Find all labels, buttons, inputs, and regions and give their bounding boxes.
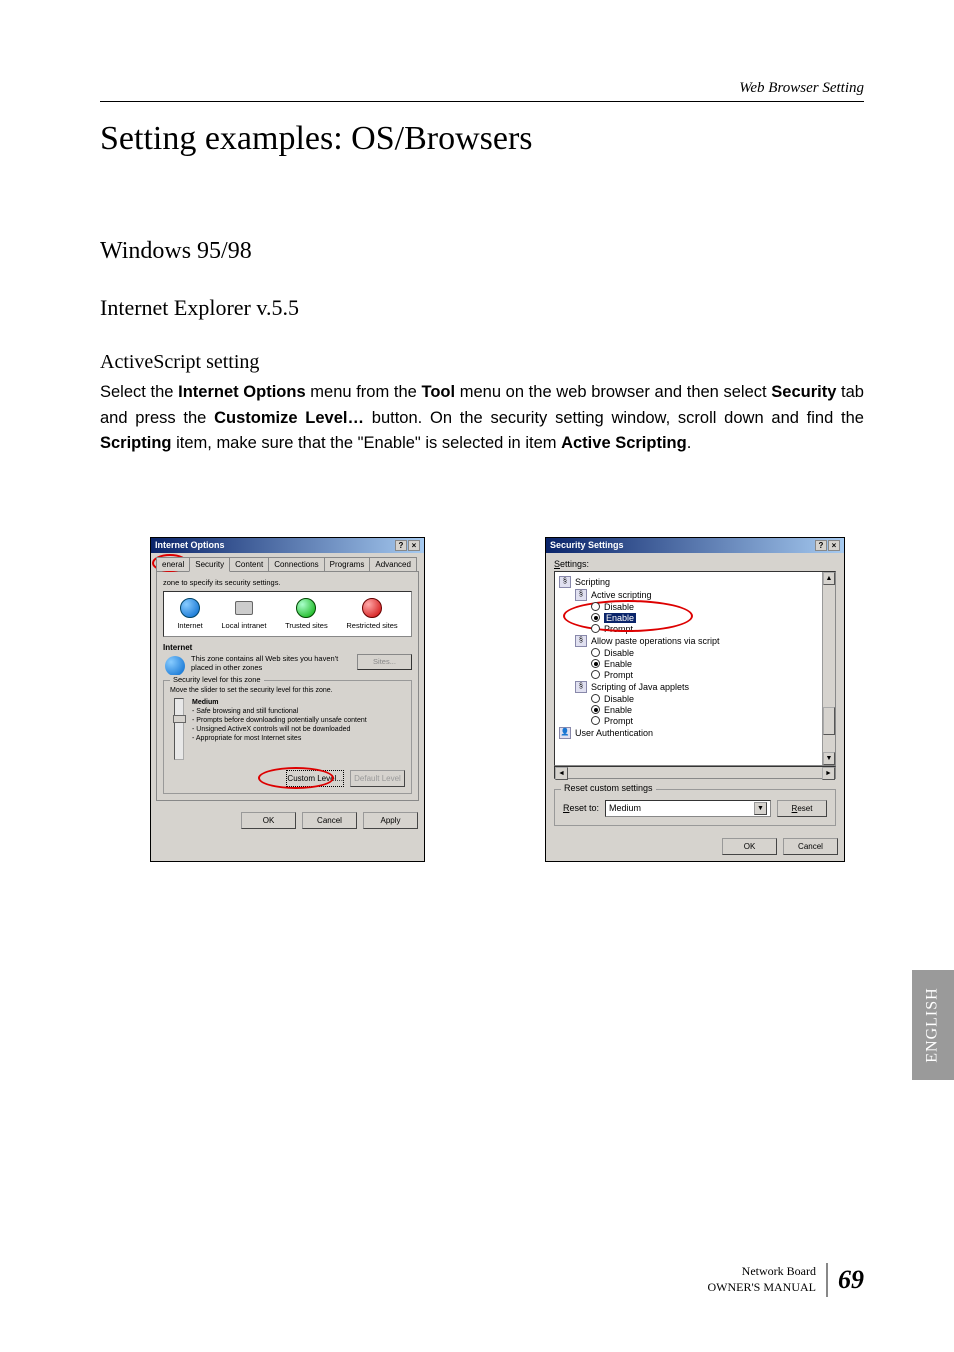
titlebar: Security Settings ? × [546, 538, 844, 553]
subtitle-os: Windows 95/98 [100, 238, 864, 265]
page-title: Setting examples: OS/Browsers [100, 120, 864, 158]
radio-enable[interactable] [591, 705, 600, 714]
reset-group-title: Reset custom settings [561, 783, 656, 793]
tree-allow-paste: Allow paste operations via script [591, 636, 720, 646]
zone-selector: Internet Local intranet Trusted sites Re… [163, 591, 412, 637]
check-icon [296, 598, 316, 618]
slider-thumb[interactable] [173, 715, 186, 723]
radio-enable[interactable] [591, 659, 600, 668]
screenshots-row: Internet Options ? × eneral Security Con… [100, 537, 864, 862]
footer-divider [826, 1263, 828, 1297]
tab-content[interactable]: Content [229, 557, 269, 571]
tree-scripting: Scripting [575, 577, 610, 587]
ok-button[interactable]: OK [241, 812, 296, 829]
horizontal-scrollbar[interactable]: ◄ ► [554, 766, 836, 779]
ok-button[interactable]: OK [722, 838, 777, 855]
help-icon[interactable]: ? [815, 540, 827, 551]
footer-line1: Network Board [708, 1264, 817, 1280]
zone-name: Internet [163, 643, 412, 652]
language-tab: ENGLISH [912, 970, 954, 1080]
zone-intranet[interactable]: Local intranet [221, 601, 266, 630]
option-prompt: Prompt [604, 670, 633, 680]
tree-java-applets: Scripting of Java applets [591, 682, 689, 692]
help-icon[interactable]: ? [395, 540, 407, 551]
scroll-thumb[interactable] [823, 707, 835, 735]
cancel-button[interactable]: Cancel [302, 812, 357, 829]
subtitle-setting: ActiveScript setting [100, 351, 864, 374]
security-level-group: Security level for this zone Move the sl… [163, 680, 412, 794]
tab-connections[interactable]: Connections [268, 557, 324, 571]
radio-enable[interactable] [591, 613, 600, 622]
zone-restricted[interactable]: Restricted sites [346, 598, 397, 630]
slider-hint: Move the slider to set the security leve… [170, 687, 405, 694]
level-description: Medium - Safe browsing and still functio… [192, 698, 367, 760]
computer-icon [235, 601, 253, 615]
scroll-up-icon[interactable]: ▲ [823, 572, 835, 585]
settings-label: Settings: [554, 559, 836, 569]
group-title: Security level for this zone [170, 675, 264, 684]
scroll-down-icon[interactable]: ▼ [823, 752, 835, 765]
tab-advanced[interactable]: Advanced [369, 557, 417, 571]
option-enable: Enable [604, 659, 632, 669]
reset-to-label: Reset to: [563, 803, 599, 813]
option-disable: Disable [604, 602, 634, 612]
tree-active-scripting: Active scripting [591, 590, 652, 600]
tab-security[interactable]: Security [189, 557, 230, 572]
radio-disable[interactable] [591, 648, 600, 657]
header-section: Web Browser Setting [100, 80, 864, 102]
script-icon: § [575, 635, 587, 647]
script-icon: § [559, 576, 571, 588]
dialog-title: Security Settings [550, 540, 624, 550]
reset-group: Reset custom settings Reset to: Medium ▼… [554, 789, 836, 826]
globe-icon [180, 598, 200, 618]
default-level-button[interactable]: Default Level [350, 770, 405, 787]
footer-line2: OWNER'S MANUAL [708, 1280, 817, 1296]
radio-disable[interactable] [591, 602, 600, 611]
radio-prompt[interactable] [591, 670, 600, 679]
subtitle-browser: Internet Explorer v.5.5 [100, 295, 864, 321]
script-icon: § [575, 681, 587, 693]
option-prompt: Prompt [604, 716, 633, 726]
titlebar: Internet Options ? × [151, 538, 424, 553]
panel: zone to specify its security settings. I… [156, 571, 419, 801]
tab-general[interactable]: eneral [156, 557, 190, 571]
radio-disable[interactable] [591, 694, 600, 703]
option-enable: Enable [604, 705, 632, 715]
scroll-right-icon[interactable]: ► [822, 767, 835, 780]
tab-strip: eneral Security Content Connections Prog… [156, 557, 419, 571]
custom-level-button[interactable]: Custom Level... [286, 770, 344, 787]
security-settings-dialog: Security Settings ? × Settings: § Scripti… [545, 537, 845, 862]
body-paragraph: Select the Internet Options menu from th… [100, 380, 864, 457]
tree-user-auth: User Authentication [575, 728, 653, 738]
scroll-left-icon[interactable]: ◄ [555, 767, 568, 780]
close-icon[interactable]: × [408, 540, 420, 551]
vertical-scrollbar[interactable]: ▲ ▼ [822, 572, 835, 765]
apply-button[interactable]: Apply [363, 812, 418, 829]
option-disable: Disable [604, 694, 634, 704]
reset-button[interactable]: Reset [777, 800, 827, 817]
tab-programs[interactable]: Programs [324, 557, 371, 571]
option-prompt: Prompt [604, 624, 633, 634]
security-slider[interactable] [174, 698, 184, 760]
option-disable: Disable [604, 648, 634, 658]
radio-prompt[interactable] [591, 624, 600, 633]
zone-internet[interactable]: Internet [177, 598, 202, 630]
reset-combo[interactable]: Medium ▼ [605, 800, 771, 817]
internet-options-dialog: Internet Options ? × eneral Security Con… [150, 537, 425, 862]
cancel-button[interactable]: Cancel [783, 838, 838, 855]
zone-hint: zone to specify its security settings. [163, 578, 412, 587]
dialog-title: Internet Options [155, 540, 225, 550]
chevron-down-icon[interactable]: ▼ [754, 802, 767, 815]
zone-trusted[interactable]: Trusted sites [285, 598, 328, 630]
script-icon: § [575, 589, 587, 601]
page-number: 69 [838, 1265, 864, 1295]
footer: Network Board OWNER'S MANUAL 69 [708, 1263, 865, 1297]
zone-description: This zone contains all Web sites you hav… [163, 654, 412, 672]
option-enable: Enable [604, 613, 636, 623]
radio-prompt[interactable] [591, 716, 600, 725]
close-icon[interactable]: × [828, 540, 840, 551]
settings-tree[interactable]: § Scripting § Active scripting Disable Ena… [554, 571, 836, 766]
minus-icon [362, 598, 382, 618]
user-icon: 👤 [559, 727, 571, 739]
